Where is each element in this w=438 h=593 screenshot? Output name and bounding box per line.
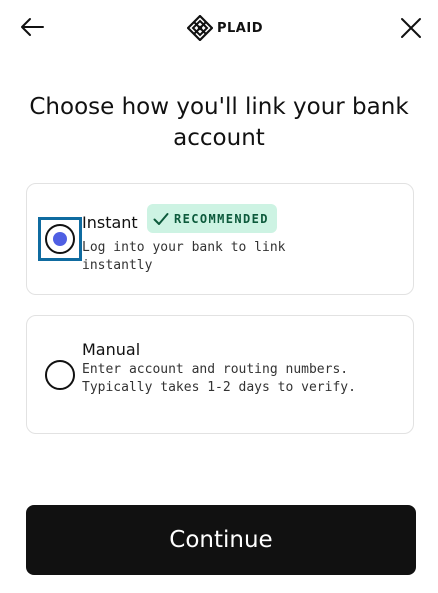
- radio-manual[interactable]: [45, 360, 75, 390]
- close-icon: [401, 18, 421, 38]
- option-description: Log into your bank to link instantly: [82, 240, 294, 273]
- checkmark-icon: [153, 212, 169, 225]
- plaid-logo-icon: [187, 15, 213, 41]
- continue-button[interactable]: Continue: [26, 505, 416, 575]
- page-title: Choose how you'll link your bank account: [29, 94, 409, 151]
- option-label: Instant: [82, 213, 138, 232]
- option-description: Enter account and routing numbers. Typic…: [82, 362, 356, 395]
- option-manual[interactable]: Manual Enter account and routing numbers…: [26, 315, 414, 434]
- radio-selected-dot: [53, 232, 67, 246]
- option-label: Manual: [82, 340, 141, 359]
- arrow-left-icon: [21, 18, 44, 36]
- recommended-badge: RECOMMENDED: [147, 204, 277, 233]
- radio-focus-ring: [38, 217, 82, 261]
- header: PLAID: [0, 0, 438, 56]
- close-button[interactable]: [395, 12, 427, 44]
- option-instant[interactable]: Instant RECOMMENDED Log into your bank t…: [26, 183, 414, 295]
- continue-label: Continue: [169, 527, 273, 553]
- back-button[interactable]: [16, 13, 48, 41]
- plaid-logo: PLAID: [187, 14, 263, 42]
- badge-text: RECOMMENDED: [174, 211, 269, 226]
- radio-instant[interactable]: [45, 224, 75, 254]
- logo-text: PLAID: [217, 20, 264, 36]
